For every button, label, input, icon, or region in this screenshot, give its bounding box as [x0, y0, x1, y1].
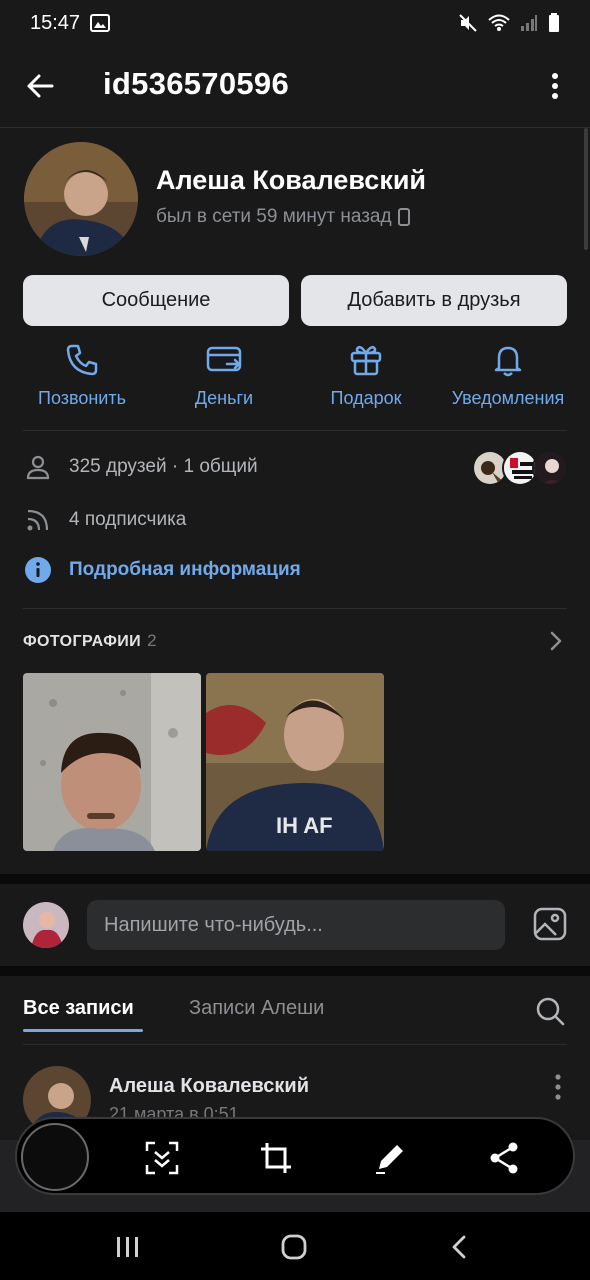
back-arrow-icon[interactable]	[24, 70, 56, 102]
details-row[interactable]: Подробная информация	[24, 556, 301, 584]
notifications-action[interactable]: Уведомления	[438, 342, 578, 409]
details-link[interactable]: Подробная информация	[69, 559, 301, 581]
info-icon	[25, 557, 51, 583]
gallery-icon	[90, 14, 111, 32]
header-divider	[0, 127, 590, 128]
avatar[interactable]	[24, 142, 138, 256]
wifi-icon	[488, 14, 510, 31]
section-separator	[0, 966, 590, 976]
phone-icon	[66, 344, 98, 376]
info-divider	[23, 608, 567, 609]
photos-heading[interactable]: ФОТОГРАФИИ 2	[23, 631, 157, 651]
notifications-label: Уведомления	[451, 388, 565, 408]
svg-text:IH AF: IH AF	[276, 813, 333, 838]
section-separator	[0, 874, 590, 884]
money-action[interactable]: Деньги	[154, 342, 294, 409]
add-friend-button[interactable]: Добавить в друзья	[301, 275, 567, 326]
active-tab-indicator	[23, 1029, 143, 1032]
photo-thumbnail[interactable]	[23, 673, 201, 851]
mobile-phone-icon	[397, 208, 410, 226]
gift-icon	[350, 345, 382, 376]
screenshot-preview[interactable]	[21, 1123, 89, 1191]
more-vertical-icon[interactable]	[552, 1073, 564, 1101]
mutual-avatar	[532, 450, 568, 486]
money-card-icon	[206, 346, 242, 372]
mute-icon	[459, 14, 477, 32]
status-bar: 15:47	[0, 0, 590, 46]
gift-label: Подарок	[330, 388, 402, 408]
back-icon[interactable]	[443, 1230, 477, 1264]
call-action[interactable]: Позвонить	[12, 342, 152, 409]
money-label: Деньги	[194, 388, 254, 408]
user-icon	[26, 455, 50, 480]
call-label: Позвонить	[38, 388, 126, 408]
message-button[interactable]: Сообщение	[23, 275, 289, 326]
tab-all-posts[interactable]: Все записи	[23, 997, 134, 1020]
share-icon[interactable]	[485, 1139, 523, 1177]
tab-owner-posts[interactable]: Записи Алеши	[189, 997, 324, 1020]
tabs-divider	[23, 1044, 567, 1045]
actions-divider	[23, 430, 567, 431]
followers-count: 4 подписчика	[69, 509, 187, 530]
recent-apps-icon[interactable]	[111, 1230, 145, 1264]
rss-icon	[27, 509, 49, 531]
scroll-capture-icon[interactable]	[143, 1139, 181, 1177]
signal-icon	[521, 15, 537, 31]
photos-title: ФОТОГРАФИИ	[23, 633, 142, 650]
photo-thumbnail[interactable]: IH AF	[206, 673, 384, 851]
crop-icon[interactable]	[257, 1139, 295, 1177]
photos-count: 2	[147, 631, 157, 650]
post-compose-input[interactable]: Напишите что-нибудь...	[87, 900, 505, 950]
my-avatar[interactable]	[23, 902, 69, 948]
followers-row[interactable]: 4 подписчика	[24, 506, 186, 534]
screenshot-toolbar	[15, 1117, 575, 1195]
scrollbar[interactable]	[584, 128, 588, 250]
app-bar: id536570596	[0, 56, 590, 116]
post-author[interactable]: Алеша Ковалевский	[109, 1075, 309, 1098]
search-icon[interactable]	[534, 995, 566, 1027]
home-icon[interactable]	[277, 1230, 311, 1264]
status-time: 15:47	[30, 11, 81, 34]
edit-pen-icon[interactable]	[371, 1139, 409, 1177]
image-attach-icon[interactable]	[532, 906, 568, 942]
more-vertical-icon[interactable]	[543, 70, 567, 102]
bell-icon	[494, 346, 522, 377]
friends-count: 325 друзей · 1 общий	[69, 456, 258, 477]
system-navigation-bar	[0, 1212, 590, 1280]
page-title: id536570596	[103, 66, 290, 101]
chevron-right-icon[interactable]	[546, 630, 566, 652]
mutual-friends-avatars[interactable]	[472, 450, 568, 486]
battery-icon	[549, 13, 559, 32]
gift-action[interactable]: Подарок	[296, 342, 436, 409]
profile-name: Алеша Ковалевский	[156, 165, 427, 195]
friends-row[interactable]: 325 друзей · 1 общий	[24, 453, 258, 481]
last-seen-text: был в сети 59 минут назад	[156, 206, 392, 227]
last-seen: был в сети 59 минут назад	[156, 206, 410, 228]
